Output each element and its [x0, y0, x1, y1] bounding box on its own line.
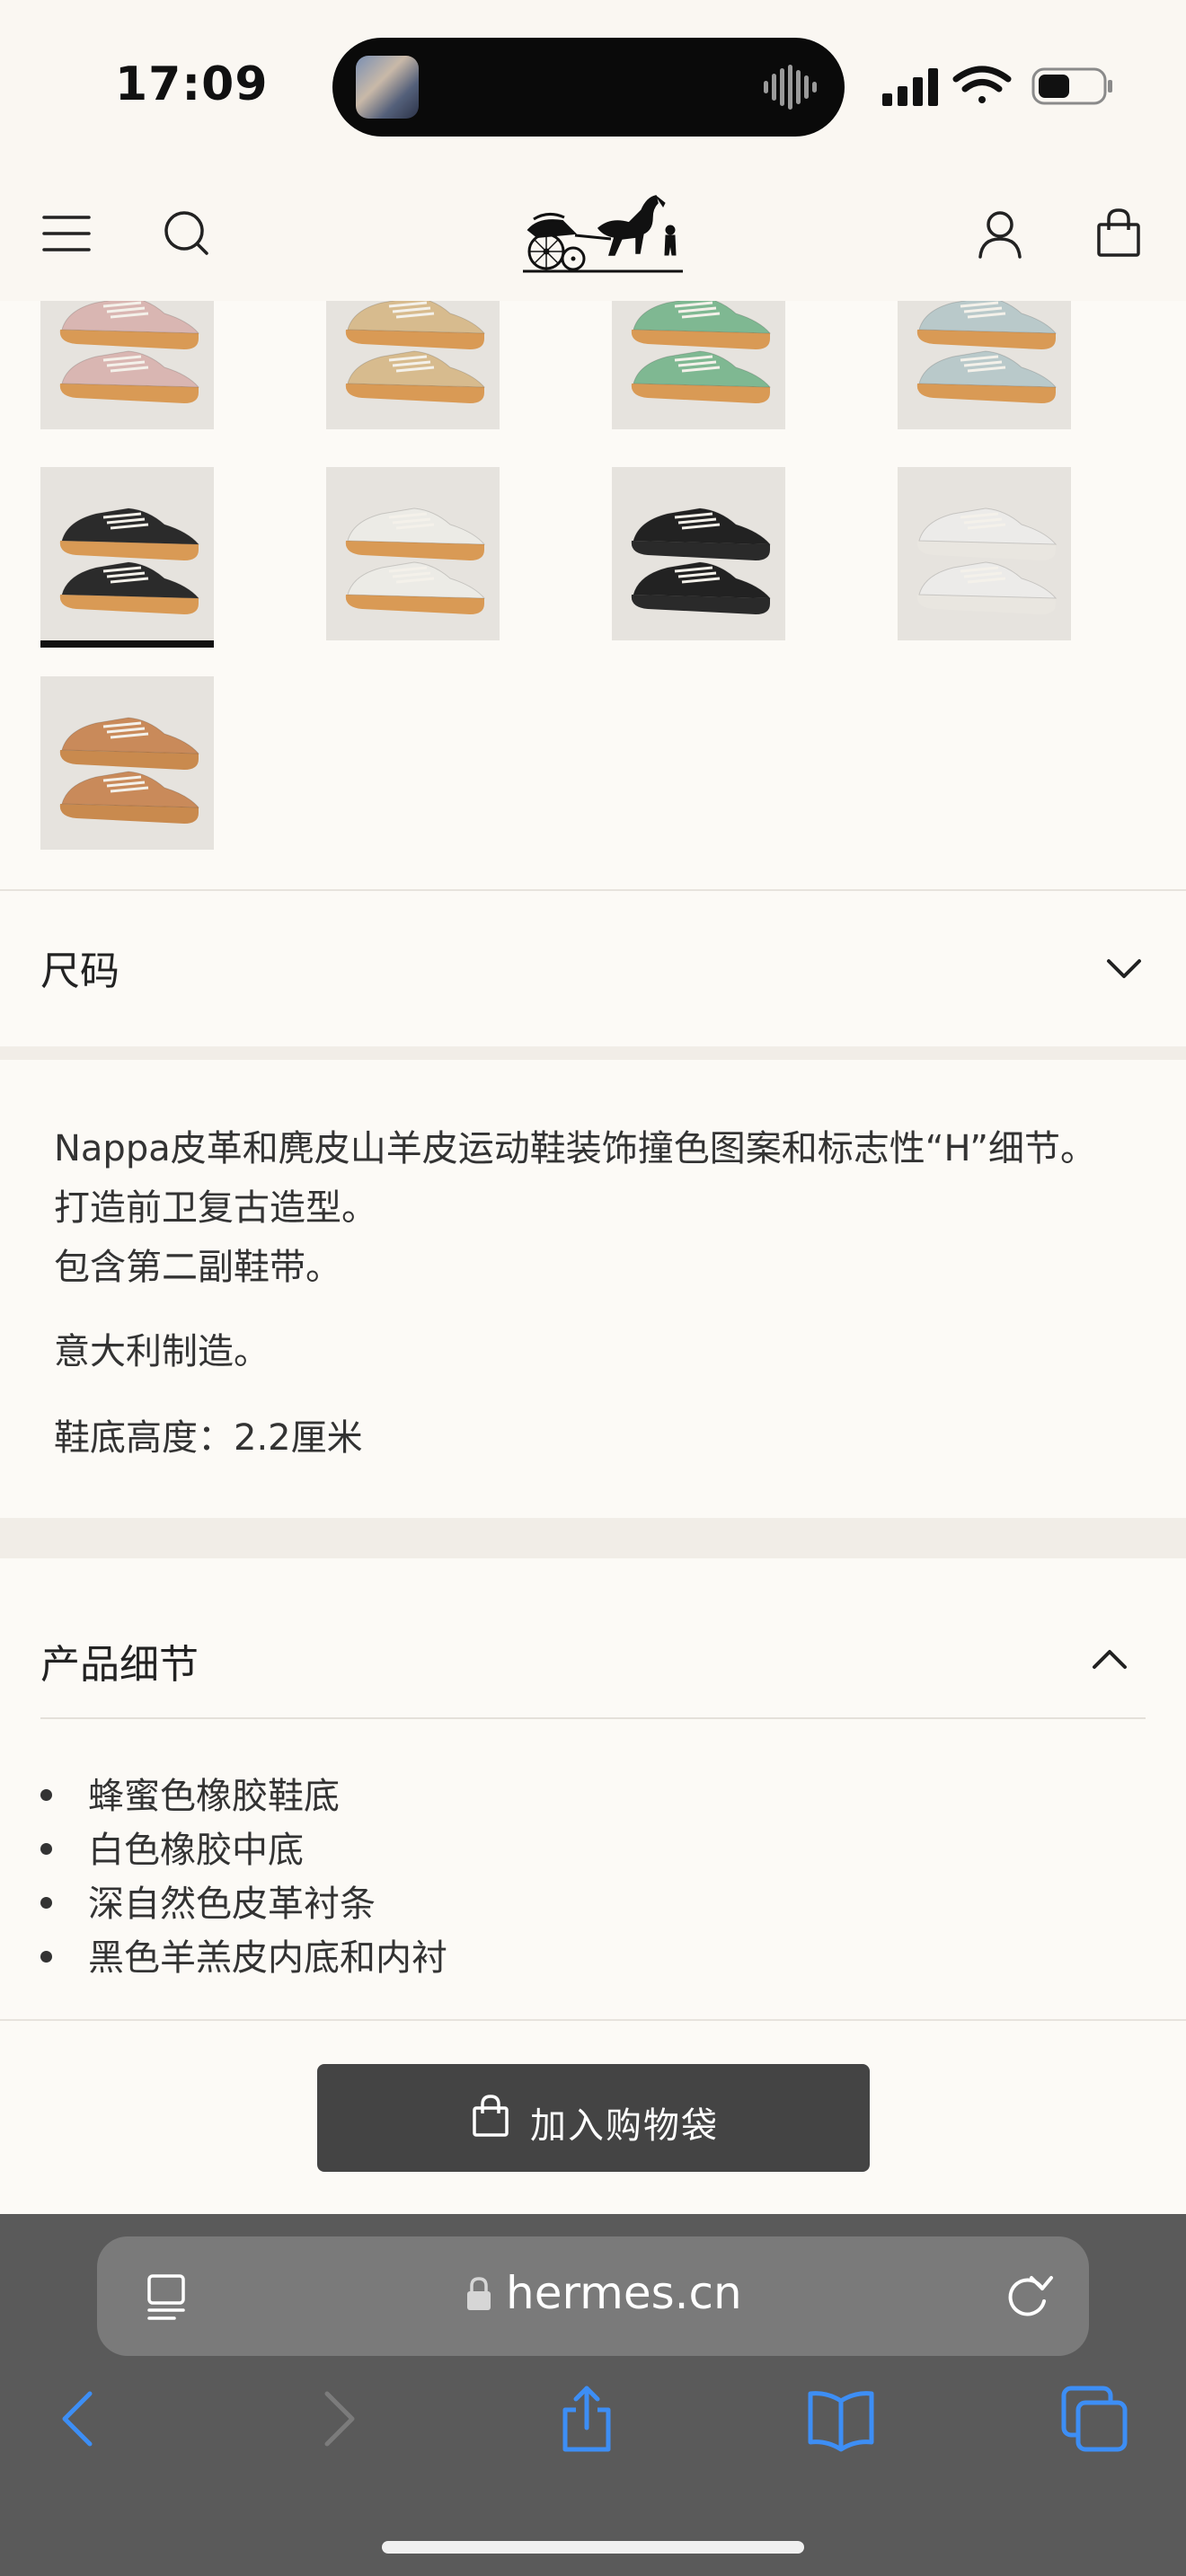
shopping-bag-icon — [473, 2095, 509, 2137]
chevron-down-icon[interactable] — [1103, 948, 1145, 989]
search-icon[interactable] — [160, 207, 214, 260]
bullet-icon — [40, 1950, 52, 1963]
status-bar: 17:09 — [0, 0, 1186, 171]
sole-height-label: 鞋底高度：2.2厘米 — [54, 1417, 363, 1459]
color-thumbnail-grid — [0, 301, 1186, 885]
audio-waveform-icon — [764, 65, 817, 110]
status-time: 17:09 — [115, 57, 269, 111]
size-accordion[interactable]: 尺码 — [0, 892, 1186, 1046]
sneaker-pair-image — [631, 301, 772, 403]
list-item-label: 深自然色皮革衬条 — [88, 1883, 376, 1925]
color-thumbnail-beige[interactable] — [326, 301, 500, 429]
color-thumbnail-black-black[interactable] — [612, 467, 785, 640]
home-indicator[interactable] — [382, 2541, 804, 2554]
section-divider — [0, 889, 1186, 891]
status-icons — [882, 66, 1112, 106]
description-line: 打造前卫复古造型。 — [54, 1187, 377, 1229]
reader-icon[interactable] — [144, 2272, 190, 2323]
reload-icon[interactable] — [1001, 2269, 1055, 2323]
section-separator — [0, 1046, 1186, 1060]
bullet-icon — [40, 1896, 52, 1909]
sneaker-pair-image — [59, 717, 200, 824]
lock-icon — [467, 2277, 491, 2310]
battery-icon — [1031, 67, 1112, 105]
now-playing-artwork-icon[interactable] — [356, 56, 419, 119]
color-thumbnail-all-white[interactable] — [898, 467, 1071, 640]
sneaker-pair-image — [59, 507, 200, 614]
color-thumbnail-green[interactable] — [612, 301, 785, 429]
list-item-label: 蜂蜜色橡胶鞋底 — [88, 1776, 340, 1817]
color-thumbnail-tan[interactable] — [40, 676, 214, 850]
size-label: 尺码 — [40, 948, 119, 994]
details-divider — [40, 1717, 1146, 1719]
sneaker-pair-image — [345, 301, 486, 403]
selected-thumbnail-indicator — [40, 640, 214, 648]
color-thumbnail-pink[interactable] — [40, 301, 214, 429]
wifi-icon — [952, 66, 1012, 103]
chevron-up-icon[interactable] — [1089, 1639, 1130, 1681]
sneaker-pair-image — [59, 301, 200, 403]
site-header — [0, 171, 1186, 301]
back-icon[interactable] — [43, 2383, 115, 2455]
list-item: 蜂蜜色橡胶鞋底 — [40, 1767, 340, 1819]
bullet-icon — [40, 1842, 52, 1855]
product-details-title: 产品细节 — [40, 1642, 199, 1688]
address-bar[interactable]: hermes.cn — [97, 2236, 1089, 2356]
list-item-label: 白色橡胶中底 — [88, 1830, 304, 1871]
dynamic-island[interactable] — [332, 38, 845, 137]
sneaker-pair-image — [916, 507, 1058, 614]
add-to-bag-button[interactable]: 加入购物袋 — [317, 2064, 870, 2172]
share-icon[interactable] — [551, 2383, 623, 2455]
section-divider — [0, 2019, 1186, 2021]
section-separator — [0, 1518, 1186, 1558]
bookmarks-icon[interactable] — [805, 2383, 877, 2455]
bullet-icon — [40, 1788, 52, 1801]
description-line: 包含第二副鞋带。 — [54, 1247, 341, 1288]
list-item-label: 黑色羊羔皮内底和内衬 — [88, 1937, 447, 1979]
product-details-list: 蜂蜜色橡胶鞋底 白色橡胶中底 深自然色皮革衬条 黑色羊羔皮内底和内衬 — [0, 1720, 1186, 2016]
url-text[interactable]: hermes.cn — [506, 2267, 742, 2319]
product-details-accordion[interactable]: 产品细节 — [0, 1558, 1186, 1720]
color-thumbnail-black[interactable] — [40, 467, 214, 640]
sneaker-pair-image — [916, 301, 1058, 403]
add-to-bag-label: 加入购物袋 — [530, 2105, 719, 2147]
list-item: 黑色羊羔皮内底和内衬 — [40, 1928, 447, 1981]
browser-toolbar: hermes.cn — [0, 2214, 1186, 2576]
made-in-label: 意大利制造。 — [54, 1331, 270, 1372]
hermes-carriage-logo[interactable] — [521, 190, 685, 278]
sneaker-pair-image — [345, 507, 486, 614]
tabs-icon[interactable] — [1058, 2383, 1130, 2455]
forward-icon[interactable] — [302, 2383, 374, 2455]
menu-icon[interactable] — [40, 207, 94, 260]
list-item: 白色橡胶中底 — [40, 1821, 304, 1873]
shopping-bag-icon[interactable] — [1092, 207, 1146, 260]
color-thumbnail-light-blue[interactable] — [898, 301, 1071, 429]
cellular-signal-icon — [882, 68, 938, 106]
description-line: Nappa皮革和麂皮山羊皮运动鞋装饰撞色图案和标志性“H”细节。 — [54, 1128, 1097, 1169]
sneaker-pair-image — [631, 507, 772, 614]
color-thumbnail-white[interactable] — [326, 467, 500, 640]
account-icon[interactable] — [973, 207, 1027, 260]
list-item: 深自然色皮革衬条 — [40, 1875, 376, 1927]
product-description: Nappa皮革和麂皮山羊皮运动鞋装饰撞色图案和标志性“H”细节。 打造前卫复古造… — [0, 1060, 1186, 1518]
